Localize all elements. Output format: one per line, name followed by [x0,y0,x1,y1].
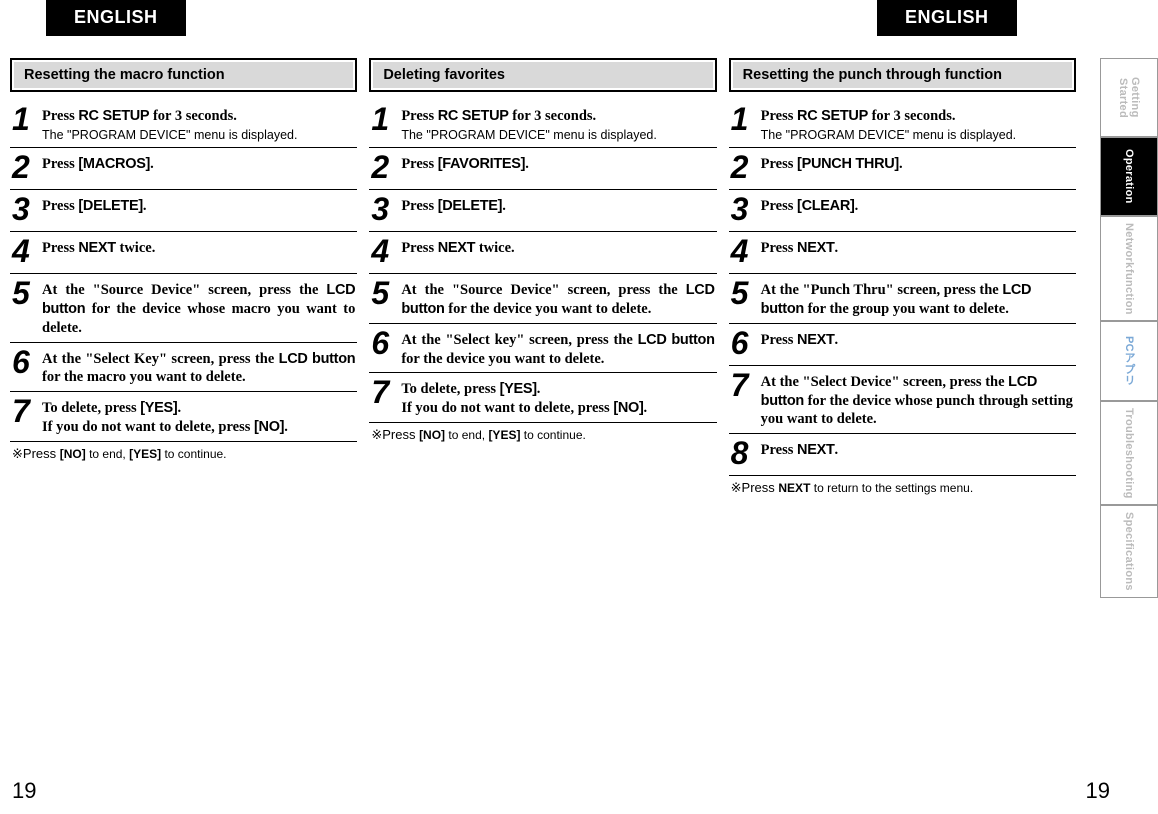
side-tab-specifications[interactable]: Specifications [1101,505,1157,598]
side-tab-getting-started[interactable]: Getting Started [1101,58,1157,137]
step-6: 6 At the "Select key" screen, press the … [369,324,716,374]
step-number: 5 [12,277,34,309]
step-4: 4 Press NEXT. [729,232,1076,274]
section-title: Resetting the punch through function [729,58,1076,92]
side-tabs: Getting Started Operation Networkfunctio… [1100,58,1158,598]
step-number: 6 [12,346,34,378]
step-7: 7 To delete, press [YES]. If you do not … [369,373,716,423]
section-title: Deleting favorites [369,58,716,92]
language-tab-left: ENGLISH [46,0,186,36]
step-2: 2 Press [MACROS]. [10,148,357,190]
step-number: 4 [12,235,34,267]
page-number-right: 19 [1086,778,1110,804]
content-columns: Resetting the macro function 1 Press RC … [10,58,1076,496]
step-5: 5 At the "Source Device" screen, press t… [369,274,716,324]
section-title: Resetting the macro function [10,58,357,92]
step-4: 4 Press NEXT twice. [10,232,357,274]
footnote: ※Press NEXT to return to the settings me… [729,480,1076,496]
step-1: 1 Press RC SETUP for 3 seconds. The "PRO… [729,100,1076,148]
step-1: 1 Press RC SETUP for 3 seconds. The "PRO… [10,100,357,148]
step-6: 6 At the "Select Key" screen, press the … [10,343,357,393]
step-5: 5 At the "Punch Thru" screen, press the … [729,274,1076,324]
step-2: 2 Press [PUNCH THRU]. [729,148,1076,190]
step-3: 3 Press [CLEAR]. [729,190,1076,232]
col-punch-through-reset: Resetting the punch through function 1 P… [729,58,1076,496]
step-number: 3 [12,193,34,225]
side-tab-network-function[interactable]: Networkfunction [1101,216,1157,321]
section-title-text: Resetting the macro function [14,62,353,88]
step-7: 7 At the "Select Device" screen, press t… [729,366,1076,435]
step-number: 2 [12,151,34,183]
step-number: 1 [12,103,34,135]
step-8: 8 Press NEXT. [729,434,1076,476]
side-tab-pc-app[interactable]: PCアプリ [1101,321,1157,400]
section-title-text: Deleting favorites [373,62,712,88]
col-macro-reset: Resetting the macro function 1 Press RC … [10,58,357,496]
manual-page: ENGLISH ENGLISH Resetting the macro func… [0,0,1158,814]
step-body: Press RC SETUP for 3 seconds. The "PROGR… [42,103,355,143]
section-title-text: Resetting the punch through function [733,62,1072,88]
step-number: 7 [12,395,34,427]
language-tab-right: ENGLISH [877,0,1017,36]
step-2: 2 Press [FAVORITES]. [369,148,716,190]
col-deleting-favorites: Deleting favorites 1 Press RC SETUP for … [369,58,716,496]
step-6: 6 Press NEXT. [729,324,1076,366]
step-1: 1 Press RC SETUP for 3 seconds. The "PRO… [369,100,716,148]
footnote: ※Press [NO] to end, [YES] to continue. [10,446,357,462]
footnote: ※Press [NO] to end, [YES] to continue. [369,427,716,443]
page-number-left: 19 [12,778,36,804]
side-tab-troubleshooting[interactable]: Troubleshooting [1101,401,1157,506]
step-7: 7 To delete, press [YES]. If you do not … [10,392,357,442]
step-3: 3 Press [DELETE]. [10,190,357,232]
step-4: 4 Press NEXT twice. [369,232,716,274]
side-tab-operation[interactable]: Operation [1101,137,1157,216]
step-5: 5 At the "Source Device" screen, press t… [10,274,357,343]
step-3: 3 Press [DELETE]. [369,190,716,232]
